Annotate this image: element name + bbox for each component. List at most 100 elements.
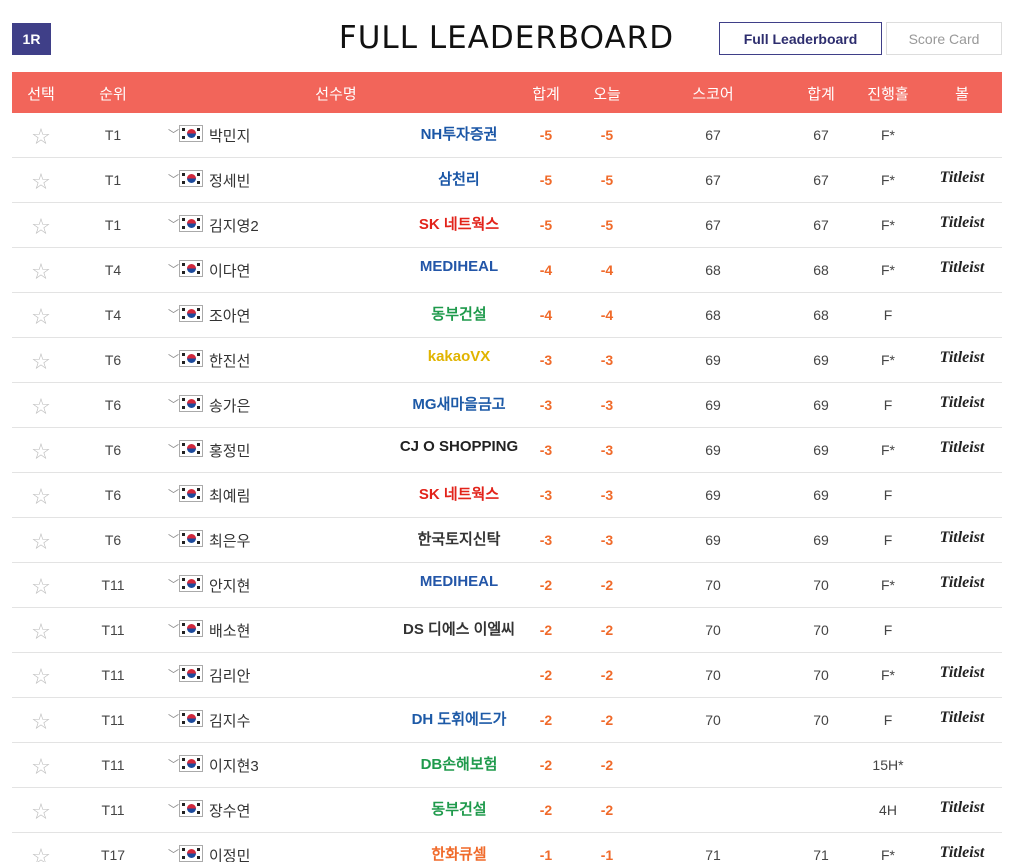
holes-played: F* [881, 847, 895, 862]
chevron-down-icon[interactable]: ﹀ [168, 441, 179, 457]
stroke-score: 69 [705, 442, 721, 458]
favorite-star-icon[interactable]: ☆ [31, 214, 51, 240]
table-row[interactable]: ☆ T6 ﹀ 최예림 SK 네트웍스 -3 -3 69 69 F [12, 473, 1002, 518]
favorite-star-icon[interactable]: ☆ [31, 664, 51, 690]
sponsor-logo: 동부건설 [431, 801, 487, 818]
chevron-down-icon[interactable]: ﹀ [168, 666, 179, 682]
korea-flag-icon [179, 755, 203, 772]
sponsor-logo: MEDIHEAL [419, 573, 499, 590]
table-row[interactable]: ☆ T1 ﹀ 정세빈 삼천리 -5 -5 67 67 F* Titleist [12, 158, 1002, 203]
chevron-down-icon[interactable]: ﹀ [168, 621, 179, 637]
player-name[interactable]: 홍정민 [209, 440, 250, 461]
favorite-star-icon[interactable]: ☆ [31, 124, 51, 150]
player-name[interactable]: 김지영2 [209, 215, 259, 236]
korea-flag-icon [179, 710, 203, 727]
header-rank: 순위 [99, 86, 127, 103]
rank-cell: T6 [104, 397, 122, 413]
chevron-down-icon[interactable]: ﹀ [168, 261, 179, 277]
chevron-down-icon[interactable]: ﹀ [168, 126, 179, 142]
player-name[interactable]: 안지현 [209, 575, 250, 596]
table-row[interactable]: ☆ T6 ﹀ 송가은 MG새마을금고 -3 -3 69 69 F Titleist [12, 383, 1002, 428]
chevron-down-icon[interactable]: ﹀ [168, 171, 179, 187]
table-row[interactable]: ☆ T4 ﹀ 조아연 동부건설 -4 -4 68 68 F [12, 293, 1002, 338]
rank-cell: T11 [101, 577, 125, 593]
full-leaderboard-button[interactable]: Full Leaderboard [719, 22, 882, 55]
holes-played: F* [881, 352, 895, 368]
table-row[interactable]: ☆ T17 ﹀ 이정민 한화큐셀 -1 -1 71 71 F* Titleist [12, 833, 1002, 862]
player-name[interactable]: 장수연 [209, 800, 250, 821]
total-to-par: -3 [539, 487, 553, 503]
score-card-button[interactable]: Score Card [886, 22, 1002, 55]
chevron-down-icon[interactable]: ﹀ [168, 396, 179, 412]
favorite-star-icon[interactable]: ☆ [31, 799, 51, 825]
favorite-star-icon[interactable]: ☆ [31, 619, 51, 645]
chevron-down-icon[interactable]: ﹀ [168, 711, 179, 727]
total-strokes: 70 [813, 577, 829, 593]
sponsor-logo: SK 네트웍스 [418, 216, 500, 233]
rank-cell: T1 [104, 127, 122, 143]
favorite-star-icon[interactable]: ☆ [31, 349, 51, 375]
favorite-star-icon[interactable]: ☆ [31, 754, 51, 780]
table-row[interactable]: ☆ T6 ﹀ 홍정민 CJ O SHOPPING -3 -3 69 69 F* Titleist [12, 428, 1002, 473]
table-row[interactable]: ☆ T1 ﹀ 김지영2 SK 네트웍스 -5 -5 67 67 F* Titleist [12, 203, 1002, 248]
holes-played: F [883, 307, 893, 323]
table-row[interactable]: ☆ T11 ﹀ 김리안 -2 -2 70 70 F* Titleist [12, 653, 1002, 698]
chevron-down-icon[interactable]: ﹀ [168, 801, 179, 817]
chevron-down-icon[interactable]: ﹀ [168, 756, 179, 772]
ball-brand-logo: Titleist [939, 844, 985, 861]
favorite-star-icon[interactable]: ☆ [31, 844, 51, 862]
favorite-star-icon[interactable]: ☆ [31, 394, 51, 420]
korea-flag-icon [179, 800, 203, 817]
player-name[interactable]: 김리안 [209, 665, 250, 686]
table-row[interactable]: ☆ T4 ﹀ 이다연 MEDIHEAL -4 -4 68 68 F* Titleist [12, 248, 1002, 293]
rank-cell: T6 [104, 487, 122, 503]
chevron-down-icon[interactable]: ﹀ [168, 531, 179, 547]
player-name[interactable]: 배소현 [209, 620, 250, 641]
player-name[interactable]: 김지수 [209, 710, 250, 731]
player-name[interactable]: 이지현3 [209, 755, 259, 776]
chevron-down-icon[interactable]: ﹀ [168, 351, 179, 367]
player-name[interactable]: 이다연 [209, 260, 250, 281]
table-row[interactable]: ☆ T11 ﹀ 장수연 동부건설 -2 -2 4H Titleist [12, 788, 1002, 833]
round-badge[interactable]: 1R [12, 23, 51, 55]
player-name[interactable]: 한진선 [209, 350, 250, 371]
stroke-score: 67 [705, 172, 721, 188]
player-name[interactable]: 최은우 [209, 530, 250, 551]
table-row[interactable]: ☆ T11 ﹀ 이지현3 DB손해보험 -2 -2 15H* [12, 743, 1002, 788]
player-name[interactable]: 박민지 [209, 125, 250, 146]
table-row[interactable]: ☆ T6 ﹀ 한진선 kakaoVX -3 -3 69 69 F* Titleist [12, 338, 1002, 383]
player-name[interactable]: 최예림 [209, 485, 250, 506]
favorite-star-icon[interactable]: ☆ [31, 574, 51, 600]
favorite-star-icon[interactable]: ☆ [31, 169, 51, 195]
ball-brand-logo: Titleist [939, 799, 985, 816]
holes-played: F [883, 712, 893, 728]
sponsor-logo: DS 디에스 이엘씨 [403, 621, 515, 638]
table-row[interactable]: ☆ T11 ﹀ 배소현 DS 디에스 이엘씨 -2 -2 70 70 F [12, 608, 1002, 653]
player-name[interactable]: 정세빈 [209, 170, 250, 191]
total-strokes: 69 [813, 442, 829, 458]
favorite-star-icon[interactable]: ☆ [31, 439, 51, 465]
total-strokes: 69 [813, 397, 829, 413]
table-row[interactable]: ☆ T6 ﹀ 최은우 한국토지신탁 -3 -3 69 69 F Titleist [12, 518, 1002, 563]
player-name[interactable]: 조아연 [209, 305, 250, 326]
favorite-star-icon[interactable]: ☆ [31, 484, 51, 510]
favorite-star-icon[interactable]: ☆ [31, 529, 51, 555]
chevron-down-icon[interactable]: ﹀ [168, 216, 179, 232]
total-to-par: -2 [539, 577, 553, 593]
favorite-star-icon[interactable]: ☆ [31, 304, 51, 330]
favorite-star-icon[interactable]: ☆ [31, 709, 51, 735]
chevron-down-icon[interactable]: ﹀ [168, 306, 179, 322]
player-name[interactable]: 이정민 [209, 845, 250, 862]
table-row[interactable]: ☆ T1 ﹀ 박민지 NH투자증권 -5 -5 67 67 F* [12, 113, 1002, 158]
chevron-down-icon[interactable]: ﹀ [168, 846, 179, 862]
total-strokes: 69 [813, 352, 829, 368]
player-name[interactable]: 송가은 [209, 395, 250, 416]
chevron-down-icon[interactable]: ﹀ [168, 486, 179, 502]
total-strokes: 70 [813, 667, 829, 683]
total-to-par: -2 [539, 667, 553, 683]
chevron-down-icon[interactable]: ﹀ [168, 576, 179, 592]
table-row[interactable]: ☆ T11 ﹀ 김지수 DH 도휘에드가 -2 -2 70 70 F Titleist [12, 698, 1002, 743]
table-row[interactable]: ☆ T11 ﹀ 안지현 MEDIHEAL -2 -2 70 70 F* Titleist [12, 563, 1002, 608]
today-to-par: -2 [600, 802, 614, 818]
favorite-star-icon[interactable]: ☆ [31, 259, 51, 285]
